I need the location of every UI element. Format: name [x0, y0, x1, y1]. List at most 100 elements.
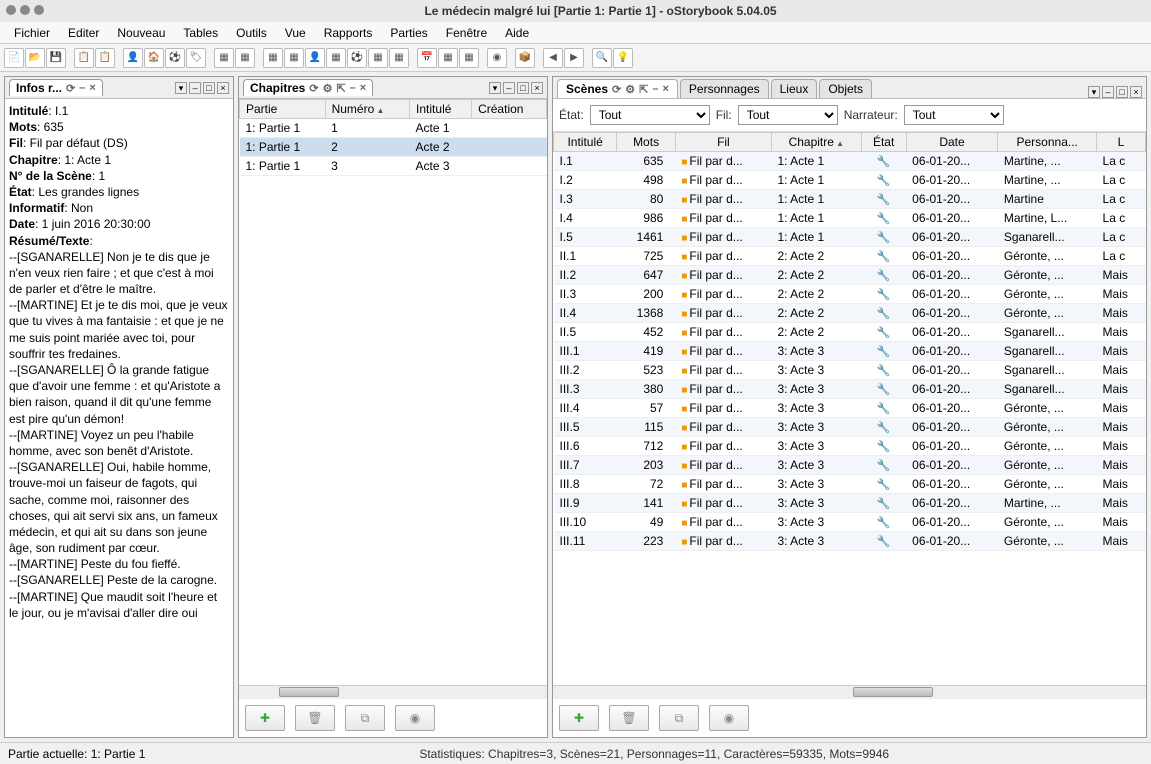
- menu-outils[interactable]: Outils: [228, 24, 275, 42]
- toolbar-button[interactable]: 💾: [46, 48, 66, 68]
- column-header[interactable]: Chapitre: [771, 133, 861, 152]
- options-icon[interactable]: ⚙: [625, 83, 635, 96]
- table-row[interactable]: III.6712Fil par d...3: Acte 306-01-20...…: [554, 437, 1146, 456]
- toolbar-button[interactable]: ◀: [543, 48, 563, 68]
- table-row[interactable]: I.380Fil par d...1: Acte 106-01-20...Mar…: [554, 190, 1146, 209]
- table-row[interactable]: III.7203Fil par d...3: Acte 306-01-20...…: [554, 456, 1146, 475]
- horizontal-scrollbar[interactable]: [553, 685, 1146, 699]
- toolbar-button[interactable]: ▦: [214, 48, 234, 68]
- dock-icon[interactable]: ▾: [175, 82, 187, 94]
- add-button[interactable]: ✚: [245, 705, 285, 731]
- toolbar-button[interactable]: 👤: [123, 48, 143, 68]
- table-row[interactable]: II.1725Fil par d...2: Acte 206-01-20...G…: [554, 247, 1146, 266]
- max-icon[interactable]: □: [203, 82, 215, 94]
- menu-aide[interactable]: Aide: [497, 24, 537, 42]
- toolbar-button[interactable]: 📋: [74, 48, 94, 68]
- min-icon[interactable]: –: [1102, 86, 1114, 98]
- table-row[interactable]: I.2498Fil par d...1: Acte 106-01-20...Ma…: [554, 171, 1146, 190]
- filter-fil-select[interactable]: Tout: [738, 105, 838, 125]
- horizontal-scrollbar[interactable]: [239, 685, 547, 699]
- max-icon[interactable]: □: [1116, 86, 1128, 98]
- filter-narrateur-select[interactable]: Tout: [904, 105, 1004, 125]
- menu-fenêtre[interactable]: Fenêtre: [438, 24, 495, 42]
- close-panel-icon[interactable]: ×: [217, 82, 229, 94]
- table-row[interactable]: 1: Partie 12Acte 2: [240, 138, 547, 157]
- options-icon[interactable]: ⚙: [323, 82, 333, 95]
- copy-button[interactable]: ⧉: [345, 705, 385, 731]
- toolbar-button[interactable]: 📅: [417, 48, 437, 68]
- menu-rapports[interactable]: Rapports: [316, 24, 381, 42]
- chapitres-tab[interactable]: Chapitres ⟳ ⚙ ⇱ – ×: [243, 79, 373, 96]
- min-icon[interactable]: –: [503, 82, 515, 94]
- toolbar-button[interactable]: 💡: [613, 48, 633, 68]
- toolbar-button[interactable]: 📦: [515, 48, 535, 68]
- copy-button[interactable]: ⧉: [659, 705, 699, 731]
- refresh-icon[interactable]: ⟳: [309, 82, 318, 95]
- globe-button[interactable]: ◉: [709, 705, 749, 731]
- filter-etat-select[interactable]: Tout: [590, 105, 710, 125]
- tab-objets[interactable]: Objets: [819, 79, 872, 98]
- tab-lieux[interactable]: Lieux: [771, 79, 818, 98]
- dock-icon[interactable]: ▾: [489, 82, 501, 94]
- table-row[interactable]: 1: Partie 13Acte 3: [240, 157, 547, 176]
- toolbar-button[interactable]: ▦: [326, 48, 346, 68]
- table-row[interactable]: III.1049Fil par d...3: Acte 306-01-20...…: [554, 513, 1146, 532]
- menu-fichier[interactable]: Fichier: [6, 24, 58, 42]
- menu-nouveau[interactable]: Nouveau: [109, 24, 173, 42]
- toolbar-button[interactable]: 🔍: [592, 48, 612, 68]
- menu-parties[interactable]: Parties: [382, 24, 435, 42]
- refresh-icon[interactable]: ⟳: [66, 82, 75, 95]
- close-icon[interactable]: ×: [89, 82, 95, 94]
- toolbar-button[interactable]: 🏷: [186, 48, 206, 68]
- close-panel-icon[interactable]: ×: [531, 82, 543, 94]
- scenes-table[interactable]: IntituléMotsFilChapitreÉtatDatePersonna.…: [553, 132, 1146, 551]
- column-header[interactable]: Date: [906, 133, 998, 152]
- min-icon[interactable]: –: [350, 82, 356, 94]
- table-row[interactable]: II.5452Fil par d...2: Acte 206-01-20...S…: [554, 323, 1146, 342]
- table-row[interactable]: II.2647Fil par d...2: Acte 206-01-20...G…: [554, 266, 1146, 285]
- toolbar-button[interactable]: ◉: [487, 48, 507, 68]
- refresh-icon[interactable]: ⟳: [612, 83, 621, 96]
- table-row[interactable]: 1: Partie 11Acte 1: [240, 119, 547, 138]
- table-row[interactable]: III.457Fil par d...3: Acte 306-01-20...G…: [554, 399, 1146, 418]
- table-row[interactable]: III.872Fil par d...3: Acte 306-01-20...G…: [554, 475, 1146, 494]
- column-header[interactable]: Mots: [617, 133, 676, 152]
- column-header[interactable]: Intitulé: [554, 133, 617, 152]
- toolbar-button[interactable]: ⚽: [347, 48, 367, 68]
- toolbar-button[interactable]: ▦: [389, 48, 409, 68]
- dock-icon[interactable]: ▾: [1088, 86, 1100, 98]
- max-icon[interactable]: □: [517, 82, 529, 94]
- toolbar-button[interactable]: ▶: [564, 48, 584, 68]
- table-row[interactable]: III.1419Fil par d...3: Acte 306-01-20...…: [554, 342, 1146, 361]
- table-row[interactable]: II.41368Fil par d...2: Acte 206-01-20...…: [554, 304, 1146, 323]
- toolbar-button[interactable]: 📄: [4, 48, 24, 68]
- globe-button[interactable]: ◉: [395, 705, 435, 731]
- info-tab[interactable]: Infos r... ⟳ – ×: [9, 79, 103, 96]
- table-row[interactable]: III.2523Fil par d...3: Acte 306-01-20...…: [554, 361, 1146, 380]
- toolbar-button[interactable]: ▦: [263, 48, 283, 68]
- table-row[interactable]: I.4986Fil par d...1: Acte 106-01-20...Ma…: [554, 209, 1146, 228]
- close-icon[interactable]: ×: [662, 83, 668, 95]
- column-header[interactable]: L: [1097, 133, 1146, 152]
- toolbar-button[interactable]: ▦: [368, 48, 388, 68]
- minimize-icon[interactable]: –: [79, 82, 85, 94]
- chapitres-table[interactable]: PartieNuméroIntituléCréation 1: Partie 1…: [239, 99, 547, 176]
- toolbar-button[interactable]: 🏠: [144, 48, 164, 68]
- toolbar-button[interactable]: 📋: [95, 48, 115, 68]
- toolbar-button[interactable]: 👤: [305, 48, 325, 68]
- toolbar-button[interactable]: ▦: [235, 48, 255, 68]
- window-controls[interactable]: [6, 4, 48, 18]
- table-row[interactable]: II.3200Fil par d...2: Acte 206-01-20...G…: [554, 285, 1146, 304]
- column-header[interactable]: Personna...: [998, 133, 1097, 152]
- column-header[interactable]: État: [861, 133, 906, 152]
- column-header[interactable]: Création: [472, 100, 547, 119]
- toolbar-button[interactable]: ▦: [438, 48, 458, 68]
- column-header[interactable]: Fil: [675, 133, 771, 152]
- menu-vue[interactable]: Vue: [277, 24, 314, 42]
- close-icon[interactable]: ×: [360, 82, 366, 94]
- min-icon[interactable]: –: [652, 83, 658, 95]
- close-panel-icon[interactable]: ×: [1130, 86, 1142, 98]
- toolbar-button[interactable]: ▦: [459, 48, 479, 68]
- delete-button[interactable]: 🗑: [295, 705, 335, 731]
- menu-editer[interactable]: Editer: [60, 24, 107, 42]
